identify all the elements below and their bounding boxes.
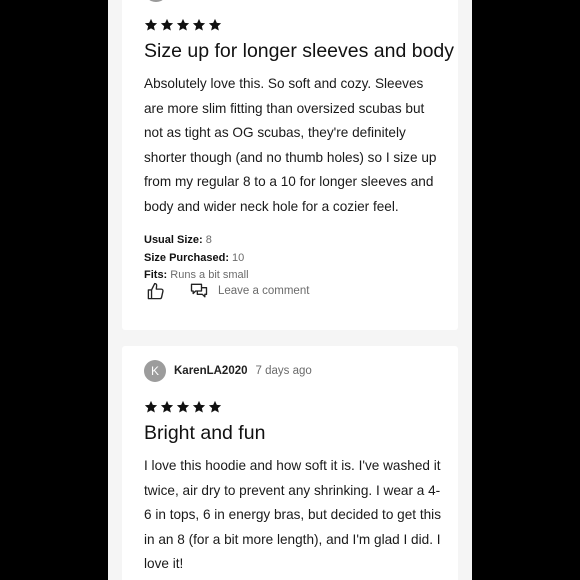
star-icon (176, 400, 190, 413)
thumbs-up-icon (147, 282, 164, 299)
review-title: Bright and fun (144, 422, 266, 444)
avatar: K (144, 360, 166, 382)
comment-button[interactable] (188, 280, 210, 302)
star-icon (192, 18, 206, 31)
avatar (144, 0, 168, 2)
star-icon (160, 18, 174, 31)
review-card: K KarenLA2020 7 days ago Bright and fun … (122, 346, 458, 580)
star-rating (144, 18, 222, 32)
reviewer-info: K KarenLA2020 7 days ago (144, 360, 312, 382)
review-date: 7 days ago (255, 365, 312, 377)
usual-size-row: Usual Size: 8 (144, 232, 249, 250)
usual-size-label: Usual Size: (144, 234, 203, 246)
reviewer-username[interactable]: KarenLA2020 (174, 365, 248, 377)
review-actions: Leave a comment (144, 280, 309, 302)
star-icon (160, 400, 174, 413)
like-button[interactable] (144, 280, 166, 302)
review-title: Size up for longer sleeves and body (144, 40, 455, 62)
star-icon (144, 400, 158, 413)
review-body: I love this hoodie and how soft it is. I… (144, 458, 441, 571)
size-purchased-label: Size Purchased: (144, 251, 229, 264)
star-icon (192, 400, 206, 413)
usual-size-value: 8 (205, 234, 212, 246)
size-purchased-row: Size Purchased: 10 (144, 250, 249, 268)
star-icon (208, 18, 222, 31)
star-icon (176, 18, 190, 31)
reviews-page: Size up for longer sleeves and body Abso… (108, 0, 472, 580)
leave-comment-link[interactable]: Leave a comment (218, 285, 309, 297)
review-body: Absolutely love this. So soft and cozy. … (144, 76, 437, 214)
fit-details: Usual Size: 8 Size Purchased: 10 Fits: R… (144, 232, 249, 285)
size-purchased-value: 10 (232, 251, 245, 264)
speech-bubbles-icon (190, 283, 208, 298)
star-icon (208, 400, 222, 413)
star-rating (144, 400, 222, 414)
star-icon (144, 18, 158, 31)
review-card: Size up for longer sleeves and body Abso… (122, 0, 458, 330)
